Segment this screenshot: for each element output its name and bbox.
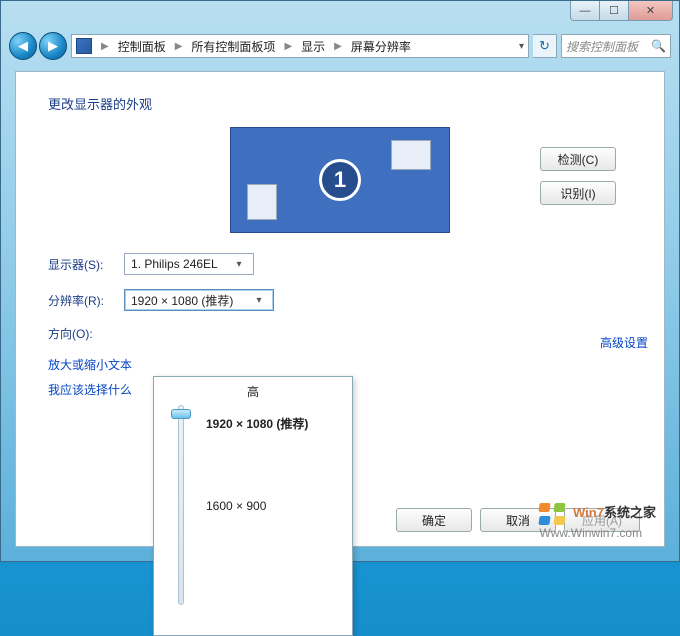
content-pane: 更改显示器的外观 1 检测(C) 识别(I) 显示器(S): 1. Philip… [15,71,665,547]
window-frame: — ☐ ✕ ◀ ▶ ▶ 控制面板 ▶ 所有控制面板项 ▶ 显示 ▶ 屏幕分辨率 … [0,0,680,562]
breadcrumb[interactable]: 显示 [301,38,325,55]
resolution-label: 分辨率(R): [48,292,124,309]
refresh-button[interactable]: ↻ [533,34,557,58]
nav-buttons: ◀ ▶ [9,32,67,60]
resolution-select-value: 1920 × 1080 (推荐) [131,292,251,309]
resolution-flyout: 高 1920 × 1080 (推荐) 1600 × 900 [153,376,353,636]
chevron-down-icon: ▾ [251,295,267,306]
identify-button[interactable]: 识别(I) [540,181,616,205]
chevron-down-icon: ▾ [231,259,247,270]
detect-button[interactable]: 检测(C) [540,147,616,171]
resolution-slider-thumb[interactable] [171,409,191,419]
control-panel-icon [76,38,92,54]
breadcrumb[interactable]: 所有控制面板项 [191,38,275,55]
breadcrumb[interactable]: 控制面板 [118,38,166,55]
chevron-right-icon: ▶ [170,41,188,52]
resolution-option[interactable]: 1920 × 1080 (推荐) [206,415,308,432]
nav-forward-button[interactable]: ▶ [39,32,67,60]
display-select[interactable]: 1. Philips 246EL ▾ [124,253,254,275]
titlebar-controls: — ☐ ✕ [571,1,673,21]
monitor-number-badge: 1 [319,159,361,201]
chevron-right-icon: ▶ [96,41,114,52]
chevron-right-icon: ▶ [329,41,347,52]
preview-window-icon [391,140,431,170]
page-title: 更改显示器的外观 [48,94,632,113]
breadcrumb[interactable]: 屏幕分辨率 [351,38,411,55]
advanced-settings-link[interactable]: 高级设置 [600,334,648,351]
slider-high-label: 高 [247,383,259,400]
apply-button[interactable]: 应用(A) [564,508,640,532]
nav-back-button[interactable]: ◀ [9,32,37,60]
minimize-button[interactable]: — [570,1,600,21]
ok-button[interactable]: 确定 [396,508,472,532]
resolution-slider-track[interactable] [178,405,184,605]
search-placeholder: 搜索控制面板 [566,38,638,55]
preview-window-icon [247,184,277,220]
search-input[interactable]: 搜索控制面板 🔍 [561,34,671,58]
display-label: 显示器(S): [48,256,124,273]
address-dropdown-icon[interactable]: ▾ [519,41,524,52]
toolbar: ◀ ▶ ▶ 控制面板 ▶ 所有控制面板项 ▶ 显示 ▶ 屏幕分辨率 ▾ ↻ 搜索… [9,29,671,63]
help-link-text-size[interactable]: 放大或缩小文本 [48,356,632,373]
resolution-option[interactable]: 1600 × 900 [206,499,266,513]
resolution-select[interactable]: 1920 × 1080 (推荐) ▾ [124,289,274,311]
search-icon: 🔍 [651,39,666,53]
display-select-value: 1. Philips 246EL [131,257,231,271]
monitor-preview[interactable]: 1 [230,127,450,233]
orientation-label: 方向(O): [48,325,124,342]
close-button[interactable]: ✕ [628,1,673,21]
address-bar[interactable]: ▶ 控制面板 ▶ 所有控制面板项 ▶ 显示 ▶ 屏幕分辨率 ▾ [71,34,529,58]
maximize-button[interactable]: ☐ [599,1,629,21]
cancel-button[interactable]: 取消 [480,508,556,532]
dialog-buttons: 确定 取消 应用(A) [396,508,640,532]
chevron-right-icon: ▶ [279,41,297,52]
